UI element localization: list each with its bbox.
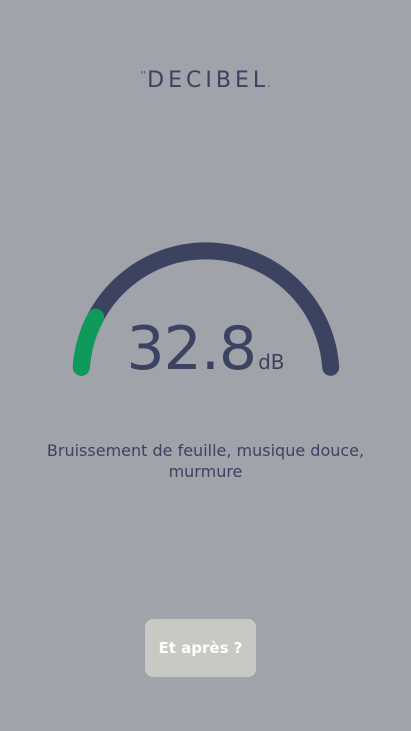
next-button[interactable]: Et après ?: [145, 619, 256, 677]
screen: ''DECIBEL. 32.8 dB Bruissement de feuille…: [0, 0, 411, 731]
decibel-unit: dB: [258, 350, 285, 374]
sound-description: Bruissement de feuille, musique douce, m…: [46, 441, 365, 481]
decibel-value: 32.8: [126, 314, 257, 384]
decibel-reading: 32.8 dB: [0, 316, 411, 382]
